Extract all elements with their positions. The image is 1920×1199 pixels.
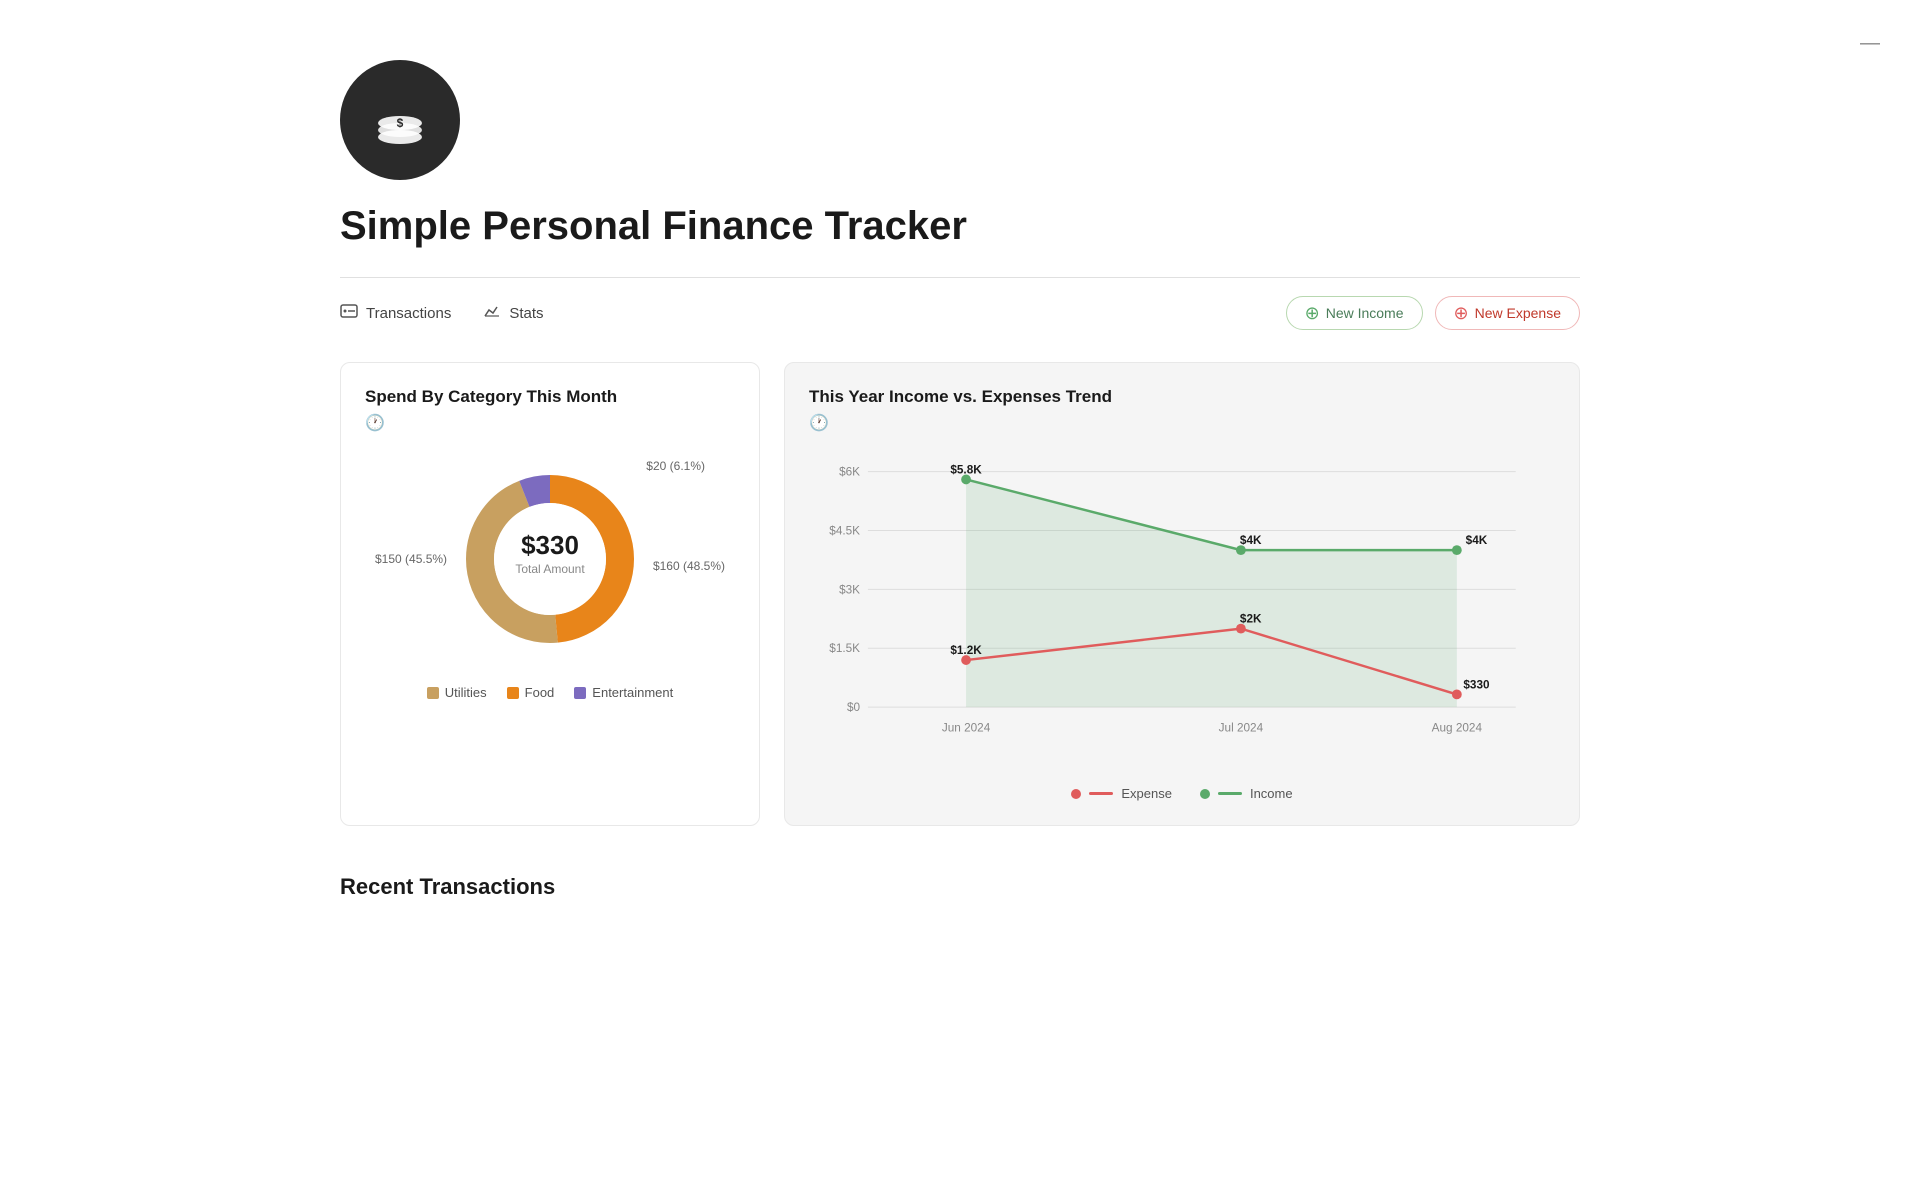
minimize-icon[interactable]: —: [1860, 32, 1880, 55]
legend-food: Food: [507, 685, 555, 700]
legend-utilities: Utilities: [427, 685, 487, 700]
new-income-label: New Income: [1326, 305, 1404, 321]
svg-text:$6K: $6K: [839, 466, 860, 479]
new-expense-label: New Expense: [1475, 305, 1561, 321]
svg-text:$4K: $4K: [1466, 534, 1488, 547]
clock-icon: 🕐: [365, 413, 735, 433]
divider: [340, 277, 1580, 278]
donut-chart-svg: $330 Total Amount: [450, 459, 650, 659]
food-label: $160 (48.5%): [653, 559, 725, 573]
toolbar-right: ⊕ New Income ⊕ New Expense: [1286, 296, 1580, 330]
entertainment-legend-label: Entertainment: [592, 685, 673, 700]
svg-text:Aug 2024: Aug 2024: [1432, 722, 1483, 735]
svg-text:$0: $0: [847, 701, 861, 714]
expense-legend-item: Expense: [1071, 786, 1172, 801]
line-chart-container: $0 $1.5K $3K $4.5K $6K: [809, 449, 1555, 774]
toolbar-left: Transactions Stats: [340, 298, 1254, 328]
charts-row: Spend By Category This Month 🕐 $150 (45.…: [340, 362, 1580, 826]
svg-text:$3K: $3K: [839, 583, 860, 596]
new-income-button[interactable]: ⊕ New Income: [1286, 296, 1423, 330]
recent-transactions-section: Recent Transactions: [340, 874, 1580, 900]
spend-chart-title: Spend By Category This Month: [365, 387, 735, 407]
new-expense-button[interactable]: ⊕ New Expense: [1435, 296, 1580, 330]
income-expense-chart-title: This Year Income vs. Expenses Trend: [809, 387, 1555, 407]
transactions-tab[interactable]: Transactions: [340, 298, 451, 328]
svg-text:Jul 2024: Jul 2024: [1219, 722, 1264, 735]
entertainment-dot: [574, 687, 586, 699]
svg-text:$: $: [397, 116, 404, 130]
stats-label: Stats: [509, 305, 543, 322]
svg-text:Total Amount: Total Amount: [515, 562, 585, 576]
expense-legend-circle: [1071, 789, 1081, 799]
stats-icon: [483, 302, 501, 324]
utilities-legend-label: Utilities: [445, 685, 487, 700]
food-legend-label: Food: [525, 685, 555, 700]
spend-category-card: Spend By Category This Month 🕐 $150 (45.…: [340, 362, 760, 826]
svg-text:$4.5K: $4.5K: [829, 524, 860, 537]
line-chart-svg: $0 $1.5K $3K $4.5K $6K: [809, 449, 1555, 769]
utilities-label: $150 (45.5%): [375, 552, 447, 566]
income-legend-label: Income: [1250, 786, 1293, 801]
line-chart-legend: Expense Income: [809, 786, 1555, 801]
income-expense-card: This Year Income vs. Expenses Trend 🕐 $0…: [784, 362, 1580, 826]
utilities-dot: [427, 687, 439, 699]
entertainment-label: $20 (6.1%): [646, 459, 705, 473]
toolbar: Transactions Stats ⊕ New Income ⊕ New Ex…: [340, 296, 1580, 330]
svg-text:$330: $330: [521, 530, 579, 560]
page-title: Simple Personal Finance Tracker: [340, 204, 1580, 249]
svg-text:$330: $330: [1463, 679, 1490, 692]
income-legend-circle: [1200, 789, 1210, 799]
app-logo: $: [340, 60, 460, 180]
transactions-label: Transactions: [366, 305, 451, 322]
expense-legend-line: [1089, 792, 1113, 795]
income-legend-item: Income: [1200, 786, 1293, 801]
new-expense-plus-icon: ⊕: [1454, 304, 1469, 322]
svg-text:$2K: $2K: [1240, 613, 1262, 626]
new-income-plus-icon: ⊕: [1305, 304, 1320, 322]
svg-text:Jun 2024: Jun 2024: [942, 722, 991, 735]
svg-text:$1.5K: $1.5K: [829, 642, 860, 655]
donut-legend: Utilities Food Entertainment: [365, 685, 735, 700]
stats-tab[interactable]: Stats: [483, 298, 543, 328]
recent-transactions-title: Recent Transactions: [340, 874, 1580, 900]
clock-icon-2: 🕐: [809, 413, 1555, 433]
income-legend-line: [1218, 792, 1242, 795]
legend-entertainment: Entertainment: [574, 685, 673, 700]
transactions-icon: [340, 302, 358, 324]
food-dot: [507, 687, 519, 699]
svg-text:$4K: $4K: [1240, 534, 1262, 547]
expense-legend-label: Expense: [1121, 786, 1172, 801]
